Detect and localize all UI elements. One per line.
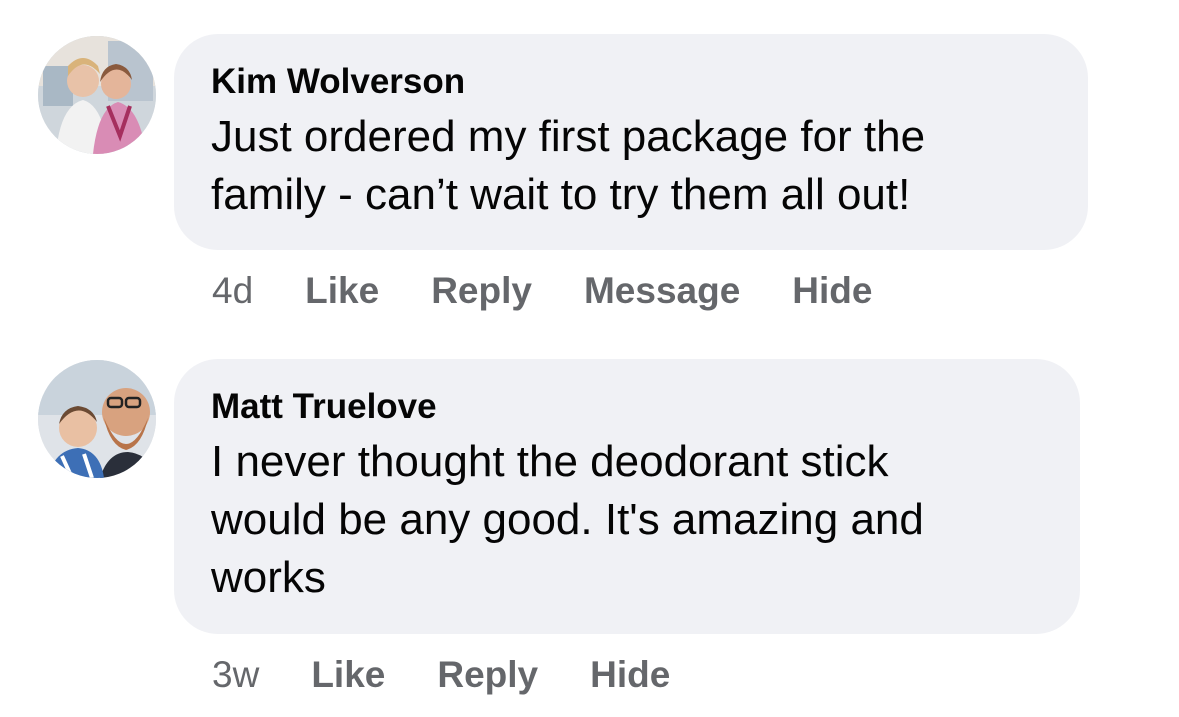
comment-bubble: Kim Wolverson Just ordered my first pack… bbox=[174, 34, 1088, 250]
reply-button[interactable]: Reply bbox=[431, 270, 532, 312]
message-button[interactable]: Message bbox=[584, 270, 740, 312]
hide-button[interactable]: Hide bbox=[590, 654, 670, 696]
avatar-photo bbox=[38, 36, 156, 154]
comment-text-line: would be any good. It's amazing and bbox=[211, 495, 924, 544]
comment-text-line: I never thought the deodorant stick bbox=[211, 437, 889, 486]
comment-actions: 4d Like Reply Message Hide bbox=[212, 269, 924, 313]
comment-timestamp[interactable]: 3w bbox=[212, 654, 259, 696]
comment-text: I never thought the deodorant stick woul… bbox=[211, 433, 1044, 607]
comment-text: Just ordered my first package for the fa… bbox=[211, 108, 1052, 224]
comment-text-line: family - can’t wait to try them all out! bbox=[211, 170, 911, 219]
avatar-photo bbox=[38, 360, 156, 478]
comment-timestamp[interactable]: 4d bbox=[212, 270, 253, 312]
comment-actions: 3w Like Reply Hide bbox=[212, 653, 722, 697]
avatar[interactable] bbox=[38, 360, 156, 478]
avatar[interactable] bbox=[38, 36, 156, 154]
hide-button[interactable]: Hide bbox=[792, 270, 872, 312]
comment-text-line: works bbox=[211, 553, 326, 602]
like-button[interactable]: Like bbox=[311, 654, 385, 696]
comment-author[interactable]: Matt Truelove bbox=[211, 385, 1044, 429]
comment-bubble: Matt Truelove I never thought the deodor… bbox=[174, 359, 1080, 634]
like-button[interactable]: Like bbox=[305, 270, 379, 312]
comment-author[interactable]: Kim Wolverson bbox=[211, 60, 1052, 104]
comment-text-line: Just ordered my first package for the bbox=[211, 112, 926, 161]
reply-button[interactable]: Reply bbox=[437, 654, 538, 696]
